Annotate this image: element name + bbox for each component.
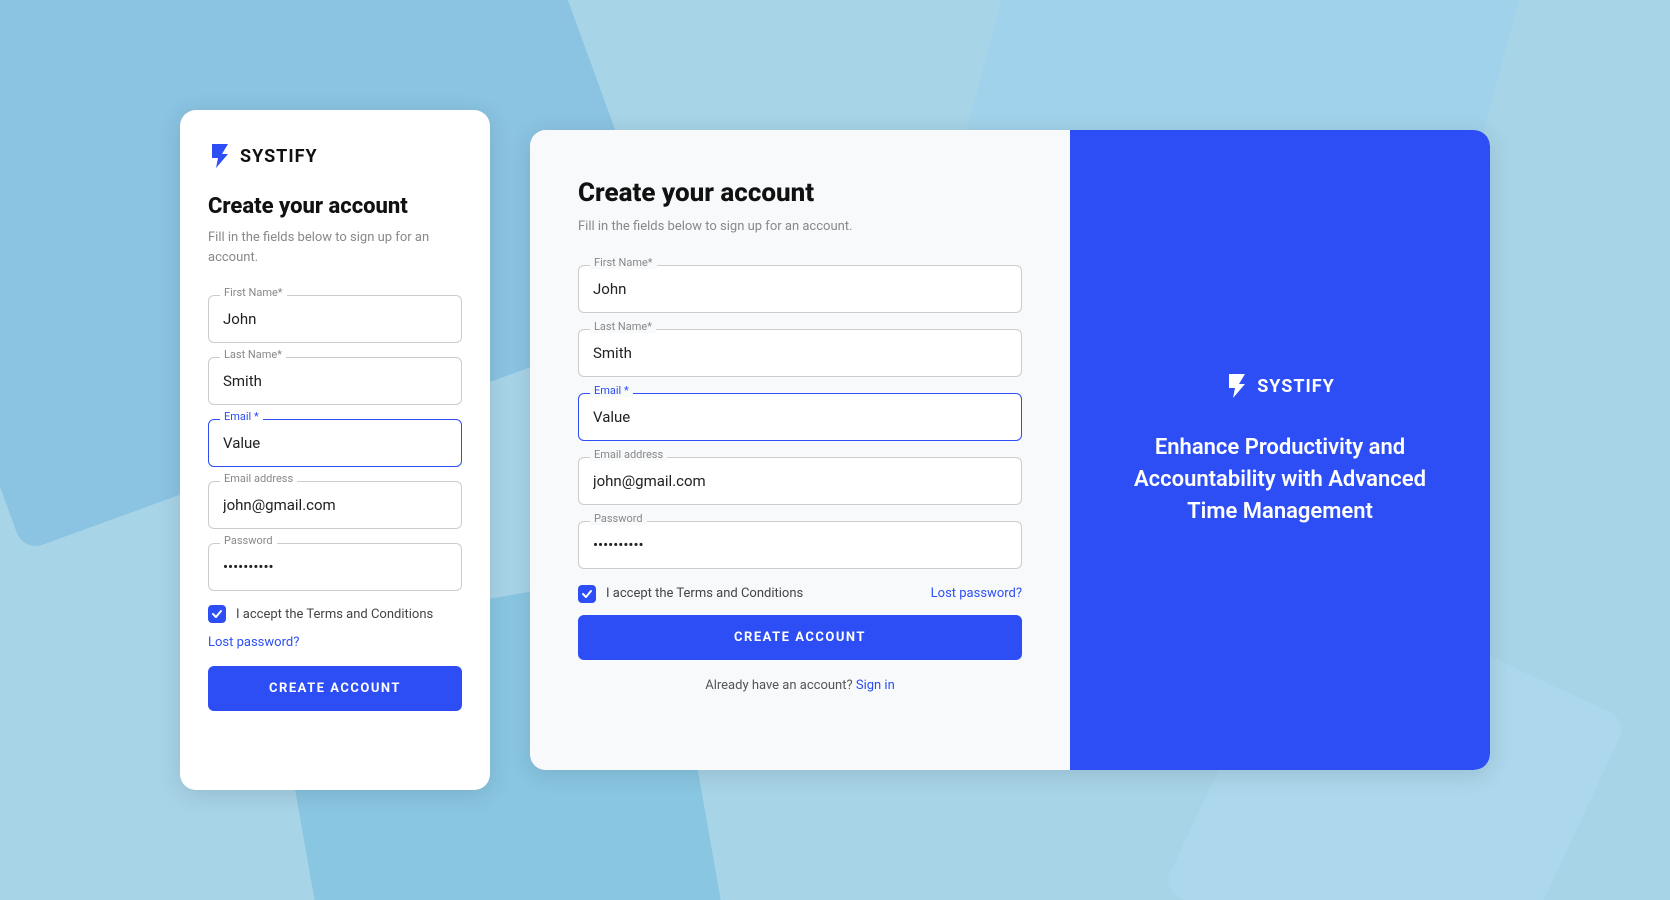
email-address-group-small: Email address bbox=[208, 481, 462, 529]
email-address-label-small: Email address bbox=[220, 472, 297, 485]
first-name-input-large[interactable] bbox=[578, 265, 1022, 313]
checkmark-icon-small bbox=[211, 608, 223, 620]
promo-logo-row: SYSTIFY bbox=[1225, 372, 1335, 400]
last-name-label-small: Last Name* bbox=[220, 348, 286, 361]
email-label-large: Email * bbox=[590, 384, 633, 397]
create-account-button-large[interactable]: CREATE ACCOUNT bbox=[578, 615, 1022, 660]
last-name-group-large: Last Name* bbox=[578, 329, 1022, 377]
email-group-small: Email * bbox=[208, 419, 462, 467]
terms-label-small: I accept the Terms and Conditions bbox=[236, 607, 433, 622]
checkbox-row-large: I accept the Terms and Conditions Lost p… bbox=[578, 585, 1022, 603]
form-subtitle-large: Fill in the fields below to sign up for … bbox=[578, 217, 1022, 237]
password-label-small: Password bbox=[220, 534, 277, 547]
main-layout: SYSTIFY Create your account Fill in the … bbox=[0, 0, 1670, 900]
email-input-small[interactable] bbox=[208, 419, 462, 467]
email-input-large[interactable] bbox=[578, 393, 1022, 441]
last-name-group-small: Last Name* bbox=[208, 357, 462, 405]
logo-row-small: SYSTIFY bbox=[208, 142, 462, 170]
create-account-button-small[interactable]: CREATE ACCOUNT bbox=[208, 666, 462, 711]
last-name-input-small[interactable] bbox=[208, 357, 462, 405]
password-group-small: Password bbox=[208, 543, 462, 591]
terms-checkbox-large[interactable] bbox=[578, 585, 596, 603]
first-name-input-small[interactable] bbox=[208, 295, 462, 343]
terms-checkbox-small[interactable] bbox=[208, 605, 226, 623]
terms-label-large: I accept the Terms and Conditions bbox=[606, 586, 803, 601]
password-input-small[interactable] bbox=[208, 543, 462, 591]
promo-logo-icon bbox=[1225, 372, 1249, 400]
large-card: Create your account Fill in the fields b… bbox=[530, 130, 1490, 770]
promo-tagline: Enhance Productivity and Accountability … bbox=[1118, 432, 1442, 528]
email-address-input-small[interactable] bbox=[208, 481, 462, 529]
checkmark-icon-large bbox=[581, 588, 593, 600]
large-card-promo: SYSTIFY Enhance Productivity and Account… bbox=[1070, 130, 1490, 770]
email-address-group-large: Email address bbox=[578, 457, 1022, 505]
already-text: Already have an account? bbox=[705, 678, 852, 693]
last-name-input-large[interactable] bbox=[578, 329, 1022, 377]
lost-password-small[interactable]: Lost password? bbox=[208, 635, 462, 650]
small-card: SYSTIFY Create your account Fill in the … bbox=[180, 110, 490, 790]
logo-icon-small bbox=[208, 142, 232, 170]
promo-brand-name: SYSTIFY bbox=[1257, 376, 1335, 397]
sign-in-link[interactable]: Sign in bbox=[856, 678, 895, 693]
form-title-large: Create your account bbox=[578, 178, 1022, 209]
first-name-group-large: First Name* bbox=[578, 265, 1022, 313]
email-label-small: Email * bbox=[220, 410, 263, 423]
first-name-label-small: First Name* bbox=[220, 286, 287, 299]
email-address-label-large: Email address bbox=[590, 448, 667, 461]
email-address-input-large[interactable] bbox=[578, 457, 1022, 505]
form-title-small: Create your account bbox=[208, 194, 462, 220]
password-input-large[interactable] bbox=[578, 521, 1022, 569]
first-name-label-large: First Name* bbox=[590, 256, 657, 269]
brand-name-small: SYSTIFY bbox=[240, 146, 318, 167]
password-group-large: Password bbox=[578, 521, 1022, 569]
checkbox-row-small: I accept the Terms and Conditions bbox=[208, 605, 462, 623]
already-have-account-row: Already have an account? Sign in bbox=[578, 678, 1022, 693]
large-card-form: Create your account Fill in the fields b… bbox=[530, 130, 1070, 770]
form-subtitle-small: Fill in the fields below to sign up for … bbox=[208, 228, 462, 267]
password-label-large: Password bbox=[590, 512, 647, 525]
first-name-group-small: First Name* bbox=[208, 295, 462, 343]
last-name-label-large: Last Name* bbox=[590, 320, 656, 333]
email-group-large: Email * bbox=[578, 393, 1022, 441]
lost-password-large[interactable]: Lost password? bbox=[931, 586, 1022, 601]
